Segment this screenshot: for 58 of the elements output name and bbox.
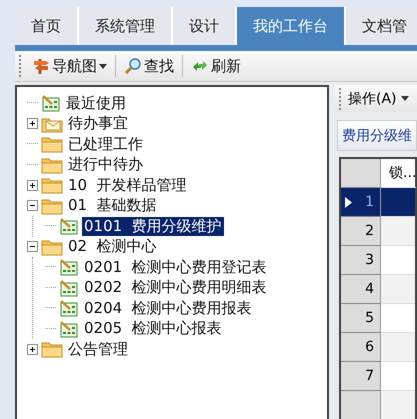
expand-toggle[interactable]: [27, 118, 38, 130]
tree-item[interactable]: 已处理工作: [66, 134, 145, 154]
search-icon: [124, 57, 142, 75]
folder-icon: [41, 238, 63, 256]
tree-item[interactable]: 01 基础数据: [66, 196, 159, 216]
spreadsheet-icon: [59, 299, 79, 318]
tree-item[interactable]: 0205 检测中心报表: [82, 319, 224, 338]
collapse-toggle[interactable]: [27, 241, 38, 252]
tree-item[interactable]: 进行中待办: [66, 155, 145, 174]
collapse-toggle[interactable]: [27, 200, 38, 212]
row-header[interactable]: 5: [341, 304, 381, 333]
tab[interactable]: 系统管理: [79, 7, 173, 45]
caret-icon: [99, 64, 107, 68]
table-cell: [381, 275, 415, 304]
spreadsheet-icon: [59, 217, 79, 236]
current-row-icon: [345, 197, 352, 208]
tree-item[interactable]: 0101 费用分级维护: [82, 216, 224, 236]
toolbar-button[interactable]: 查找: [120, 54, 178, 78]
spreadsheet-icon: [59, 258, 79, 276]
folder-icon: [41, 156, 63, 174]
folder-icon: [41, 196, 63, 215]
row-header[interactable]: 1: [341, 188, 381, 217]
signpost-icon: [32, 57, 50, 75]
caret-icon: [400, 96, 409, 102]
tree-item[interactable]: 02 检测中心: [66, 237, 159, 256]
tree-item[interactable]: 10 开发样品管理: [66, 176, 189, 195]
tab[interactable]: 文档管: [346, 7, 417, 45]
spreadsheet-icon: [59, 278, 79, 297]
spreadsheet-icon: [41, 94, 61, 112]
row-header[interactable]: 3: [341, 246, 381, 275]
expand-toggle[interactable]: [27, 344, 38, 355]
folder-icon: [41, 176, 63, 194]
tree-item[interactable]: 公告管理: [66, 340, 130, 359]
tree-item[interactable]: 最近使用: [64, 94, 128, 113]
folder-icon: [41, 340, 63, 358]
table-cell: [381, 333, 415, 362]
tab[interactable]: 设计: [173, 7, 237, 45]
form-title: 费用分级维: [337, 120, 417, 151]
row-header[interactable]: 6: [341, 333, 381, 362]
spreadsheet-icon: [59, 320, 79, 338]
tab[interactable]: 首页: [15, 7, 79, 45]
toolbar-button[interactable]: 导航图: [28, 54, 111, 78]
table-cell: [381, 188, 415, 217]
folder-icon: [41, 135, 63, 154]
table-cell: [381, 217, 415, 246]
tree-item[interactable]: 0204 检测中心费用报表: [82, 298, 254, 318]
tree-item[interactable]: 待办事宜: [66, 114, 130, 134]
tree-item[interactable]: 0201 检测中心费用登记表: [82, 258, 269, 277]
row-header[interactable]: 2: [341, 217, 381, 246]
row-header[interactable]: 7: [341, 362, 381, 391]
row-header[interactable]: 4: [341, 275, 381, 304]
expand-toggle[interactable]: [27, 180, 38, 191]
tab[interactable]: 我的工作台: [237, 7, 346, 45]
toolbar-button[interactable]: 刷新: [187, 54, 245, 78]
grid-corner: [341, 159, 381, 188]
tree-item[interactable]: 0202 检测中心费用明细表: [82, 278, 269, 298]
table-cell: [381, 391, 415, 419]
refresh-icon: [191, 59, 209, 73]
